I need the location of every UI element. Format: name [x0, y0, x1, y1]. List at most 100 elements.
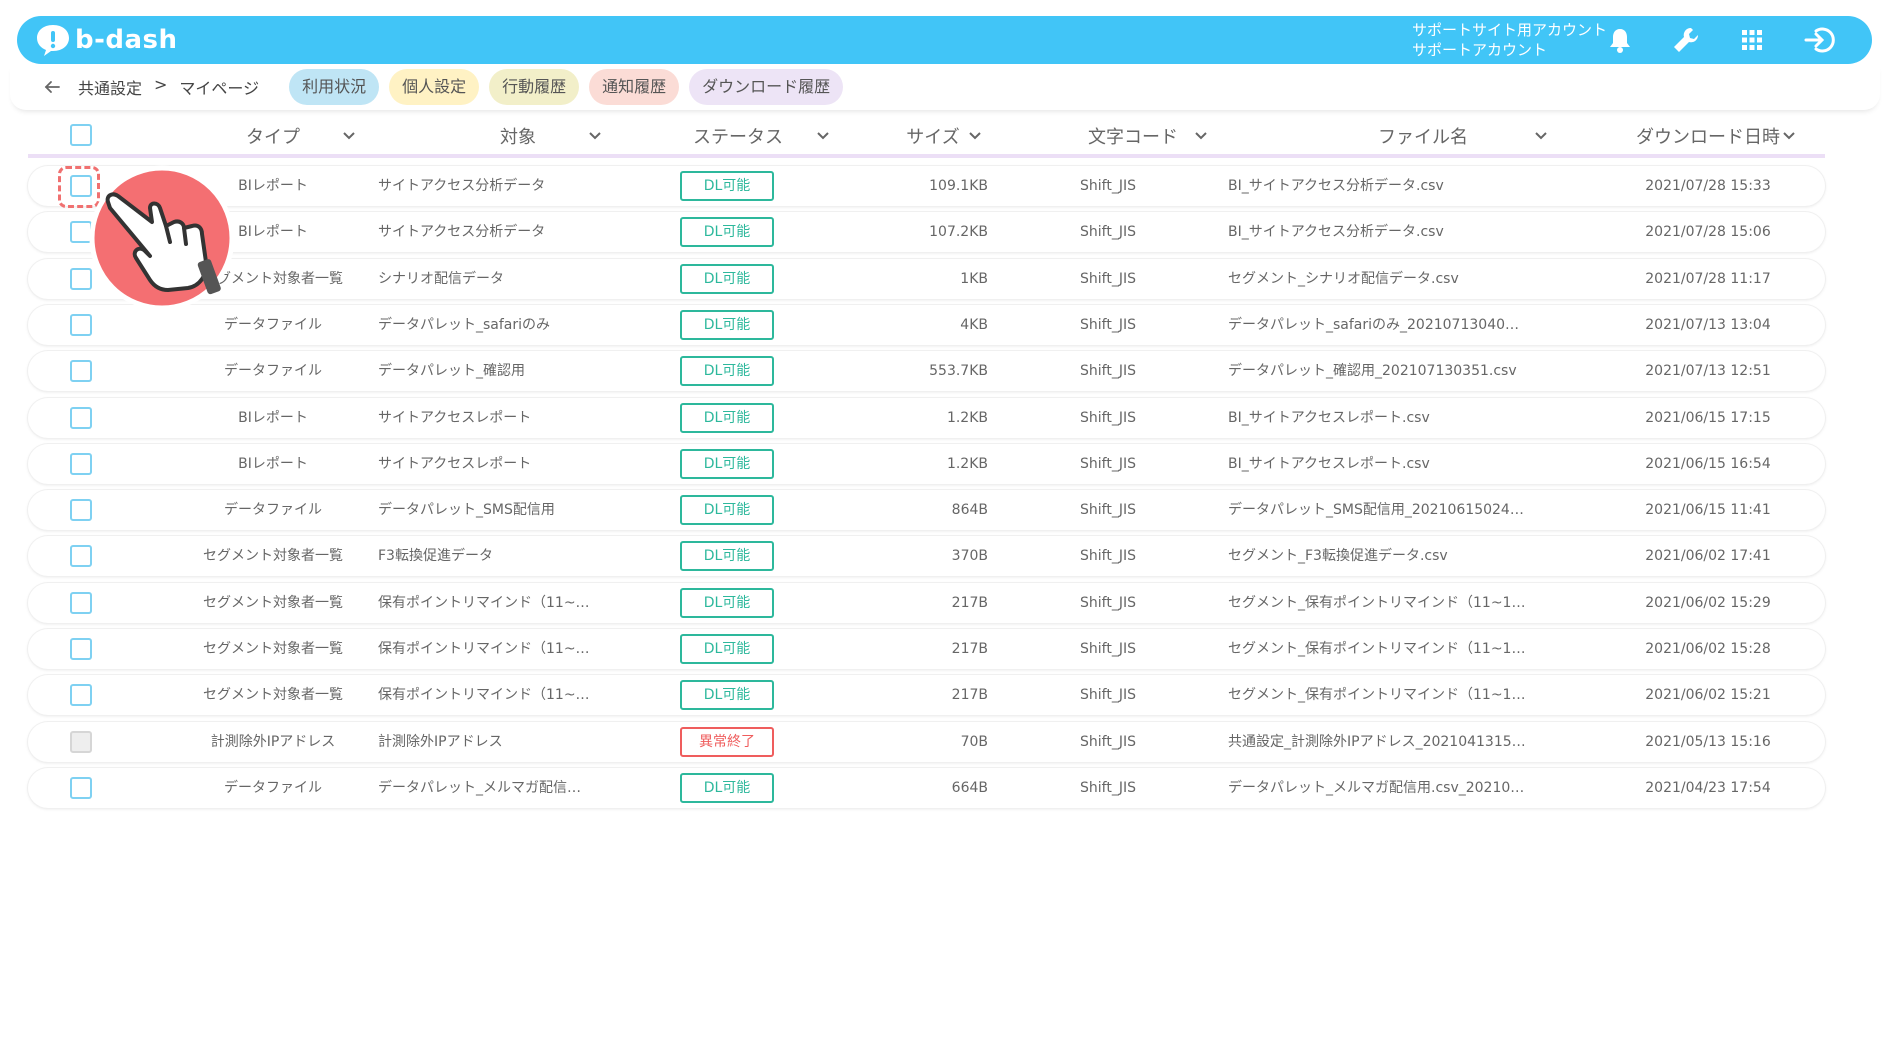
- status-badge[interactable]: DL可能: [680, 217, 774, 247]
- chevron-down-icon[interactable]: [1782, 131, 1796, 141]
- cell-filename: セグメント_F3転換促進データ.csv: [1228, 548, 1448, 564]
- cell-filename: BI_サイトアクセスレポート.csv: [1228, 410, 1430, 426]
- row-select-checkbox[interactable]: [70, 360, 92, 382]
- cell-size: 217B: [951, 595, 988, 611]
- cell-size: 553.7KB: [929, 363, 988, 379]
- cell-download-date: 2021/07/13 12:51: [1645, 363, 1771, 379]
- table-header: タイプ 対象 ステータス サイズ 文字コード ファイル名 ダウンロード日時: [28, 118, 1825, 158]
- table-row[interactable]: データファイル データパレット_SMS配信用 DL可能 864B Shift_JIS デー…: [28, 490, 1825, 530]
- row-select-checkbox[interactable]: [70, 638, 92, 660]
- status-badge[interactable]: DL可能: [680, 773, 774, 803]
- back-arrow-icon[interactable]: [38, 73, 66, 101]
- cell-download-date: 2021/07/13 13:04: [1645, 317, 1771, 333]
- cell-download-date: 2021/07/28 11:17: [1645, 271, 1771, 287]
- cell-download-date: 2021/05/13 15:16: [1645, 734, 1771, 750]
- cell-size: 664B: [951, 780, 988, 796]
- logo-text: b-dash: [75, 25, 178, 55]
- tab-notification-history[interactable]: 通知履歴: [589, 69, 680, 105]
- status-badge[interactable]: DL可能: [680, 588, 774, 618]
- cell-encoding: Shift_JIS: [1080, 410, 1136, 426]
- table-row[interactable]: BIレポート サイトアクセスレポート DL可能 1.2KB Shift_JIS BI_サイ…: [28, 398, 1825, 438]
- table-row[interactable]: セグメント対象者一覧 シナリオ配信データ DL可能 1KB Shift_JIS セグメント…: [28, 259, 1825, 299]
- cell-filename: 共通設定_計測除外IPアドレス_2021041315…: [1228, 734, 1526, 750]
- table-row[interactable]: データファイル データパレット_確認用 DL可能 553.7KB Shift_JIS デー…: [28, 351, 1825, 391]
- status-badge[interactable]: DL可能: [680, 449, 774, 479]
- row-select-checkbox[interactable]: [70, 545, 92, 567]
- chevron-down-icon[interactable]: [588, 131, 602, 141]
- row-select-checkbox[interactable]: [70, 777, 92, 799]
- chevron-down-icon[interactable]: [816, 131, 830, 141]
- status-badge[interactable]: DL可能: [680, 310, 774, 340]
- table-row[interactable]: セグメント対象者一覧 保有ポイントリマインド（11~… DL可能 217B Shift_…: [28, 675, 1825, 715]
- tab-usage[interactable]: 利用状況: [289, 69, 380, 105]
- table-row[interactable]: BIレポート サイトアクセスレポート DL可能 1.2KB Shift_JIS BI_サイ…: [28, 444, 1825, 484]
- cell-filename: セグメント_保有ポイントリマインド（11~1…: [1228, 595, 1526, 611]
- tab-activity-history[interactable]: 行動履歴: [489, 69, 580, 105]
- cell-filename: データパレット_確認用_202107130351.csv: [1228, 363, 1517, 379]
- cell-size: 217B: [951, 641, 988, 657]
- breadcrumb: 共通設定 > マイページ: [78, 75, 259, 99]
- cell-encoding: Shift_JIS: [1080, 780, 1136, 796]
- cell-download-date: 2021/06/02 15:28: [1645, 641, 1771, 657]
- header-icons: [1602, 16, 1836, 64]
- cell-type: BIレポート: [238, 456, 308, 472]
- breadcrumb-common-settings[interactable]: 共通設定: [78, 75, 142, 99]
- cell-download-date: 2021/06/15 11:41: [1645, 502, 1771, 518]
- cell-target: 保有ポイントリマインド（11~…: [378, 641, 590, 657]
- cell-size: 1KB: [960, 271, 988, 287]
- cell-filename: データパレット_メルマガ配信用.csv_20210…: [1228, 780, 1525, 796]
- cell-type: データファイル: [224, 363, 322, 379]
- status-badge[interactable]: DL可能: [680, 356, 774, 386]
- account-site-name: サポートサイト用アカウント: [1412, 21, 1608, 39]
- select-all-checkbox[interactable]: [70, 124, 92, 146]
- grid-icon[interactable]: [1734, 22, 1770, 58]
- row-select-checkbox[interactable]: [70, 453, 92, 475]
- row-select-checkbox[interactable]: [70, 499, 92, 521]
- row-select-checkbox[interactable]: [70, 684, 92, 706]
- cell-encoding: Shift_JIS: [1080, 317, 1136, 333]
- b-dash-logo[interactable]: b-dash: [35, 16, 178, 64]
- status-badge[interactable]: DL可能: [680, 680, 774, 710]
- column-header-filename[interactable]: ファイル名: [1298, 118, 1548, 154]
- tab-download-history[interactable]: ダウンロード履歴: [689, 69, 844, 105]
- table-row[interactable]: BIレポート サイトアクセス分析データ DL可能 107.2KB Shift_JIS BI…: [28, 212, 1825, 252]
- status-badge[interactable]: DL可能: [680, 171, 774, 201]
- table-row[interactable]: データファイル データパレット_safariのみ DL可能 4KB Shift_JIS デ…: [28, 305, 1825, 345]
- table-row[interactable]: BIレポート サイトアクセス分析データ DL可能 109.1KB Shift_JIS BI…: [28, 166, 1825, 206]
- cell-size: 109.1KB: [929, 178, 988, 194]
- tab-personal-settings[interactable]: 個人設定: [389, 69, 480, 105]
- column-header-type[interactable]: タイプ: [188, 118, 358, 154]
- cell-target: 計測除外IPアドレス: [378, 734, 503, 750]
- status-badge[interactable]: DL可能: [680, 264, 774, 294]
- row-select-checkbox[interactable]: [70, 407, 92, 429]
- chevron-down-icon[interactable]: [1194, 131, 1208, 141]
- account-info[interactable]: サポートサイト用アカウント サポートアカウント: [1412, 20, 1607, 60]
- row-select-checkbox[interactable]: [70, 314, 92, 336]
- status-badge[interactable]: DL可能: [680, 541, 774, 571]
- row-select-checkbox[interactable]: [70, 592, 92, 614]
- logout-icon[interactable]: [1800, 22, 1836, 58]
- status-badge[interactable]: DL可能: [680, 634, 774, 664]
- cell-type: セグメント対象者一覧: [203, 687, 343, 703]
- wrench-icon[interactable]: [1668, 22, 1704, 58]
- status-badge[interactable]: DL可能: [680, 495, 774, 525]
- chevron-down-icon[interactable]: [1534, 131, 1548, 141]
- cell-download-date: 2021/06/02 17:41: [1645, 548, 1771, 564]
- column-header-target[interactable]: 対象: [428, 118, 608, 154]
- table-row[interactable]: セグメント対象者一覧 F3転換促進データ DL可能 370B Shift_JIS セグメン…: [28, 536, 1825, 576]
- cell-encoding: Shift_JIS: [1080, 734, 1136, 750]
- table-row[interactable]: データファイル データパレット_メルマガ配信… DL可能 664B Shift_JIS デ…: [28, 768, 1825, 808]
- chevron-down-icon[interactable]: [342, 131, 356, 141]
- cell-target: サイトアクセス分析データ: [378, 178, 546, 194]
- bell-icon[interactable]: [1602, 22, 1638, 58]
- table-row[interactable]: セグメント対象者一覧 保有ポイントリマインド（11~… DL可能 217B Shift_…: [28, 629, 1825, 669]
- table-row[interactable]: セグメント対象者一覧 保有ポイントリマインド（11~… DL可能 217B Shift_…: [28, 583, 1825, 623]
- cell-filename: データパレット_safariのみ_20210713040…: [1228, 317, 1520, 333]
- chevron-down-icon[interactable]: [968, 131, 982, 141]
- cell-filename: セグメント_シナリオ配信データ.csv: [1228, 271, 1459, 287]
- table-row[interactable]: 計測除外IPアドレス 計測除外IPアドレス 異常終了 70B Shift_JIS 共通設定…: [28, 722, 1825, 762]
- status-badge[interactable]: DL可能: [680, 403, 774, 433]
- cell-filename: BI_サイトアクセスレポート.csv: [1228, 456, 1430, 472]
- column-header-status[interactable]: ステータス: [668, 118, 808, 154]
- cell-filename: セグメント_保有ポイントリマインド（11~1…: [1228, 687, 1526, 703]
